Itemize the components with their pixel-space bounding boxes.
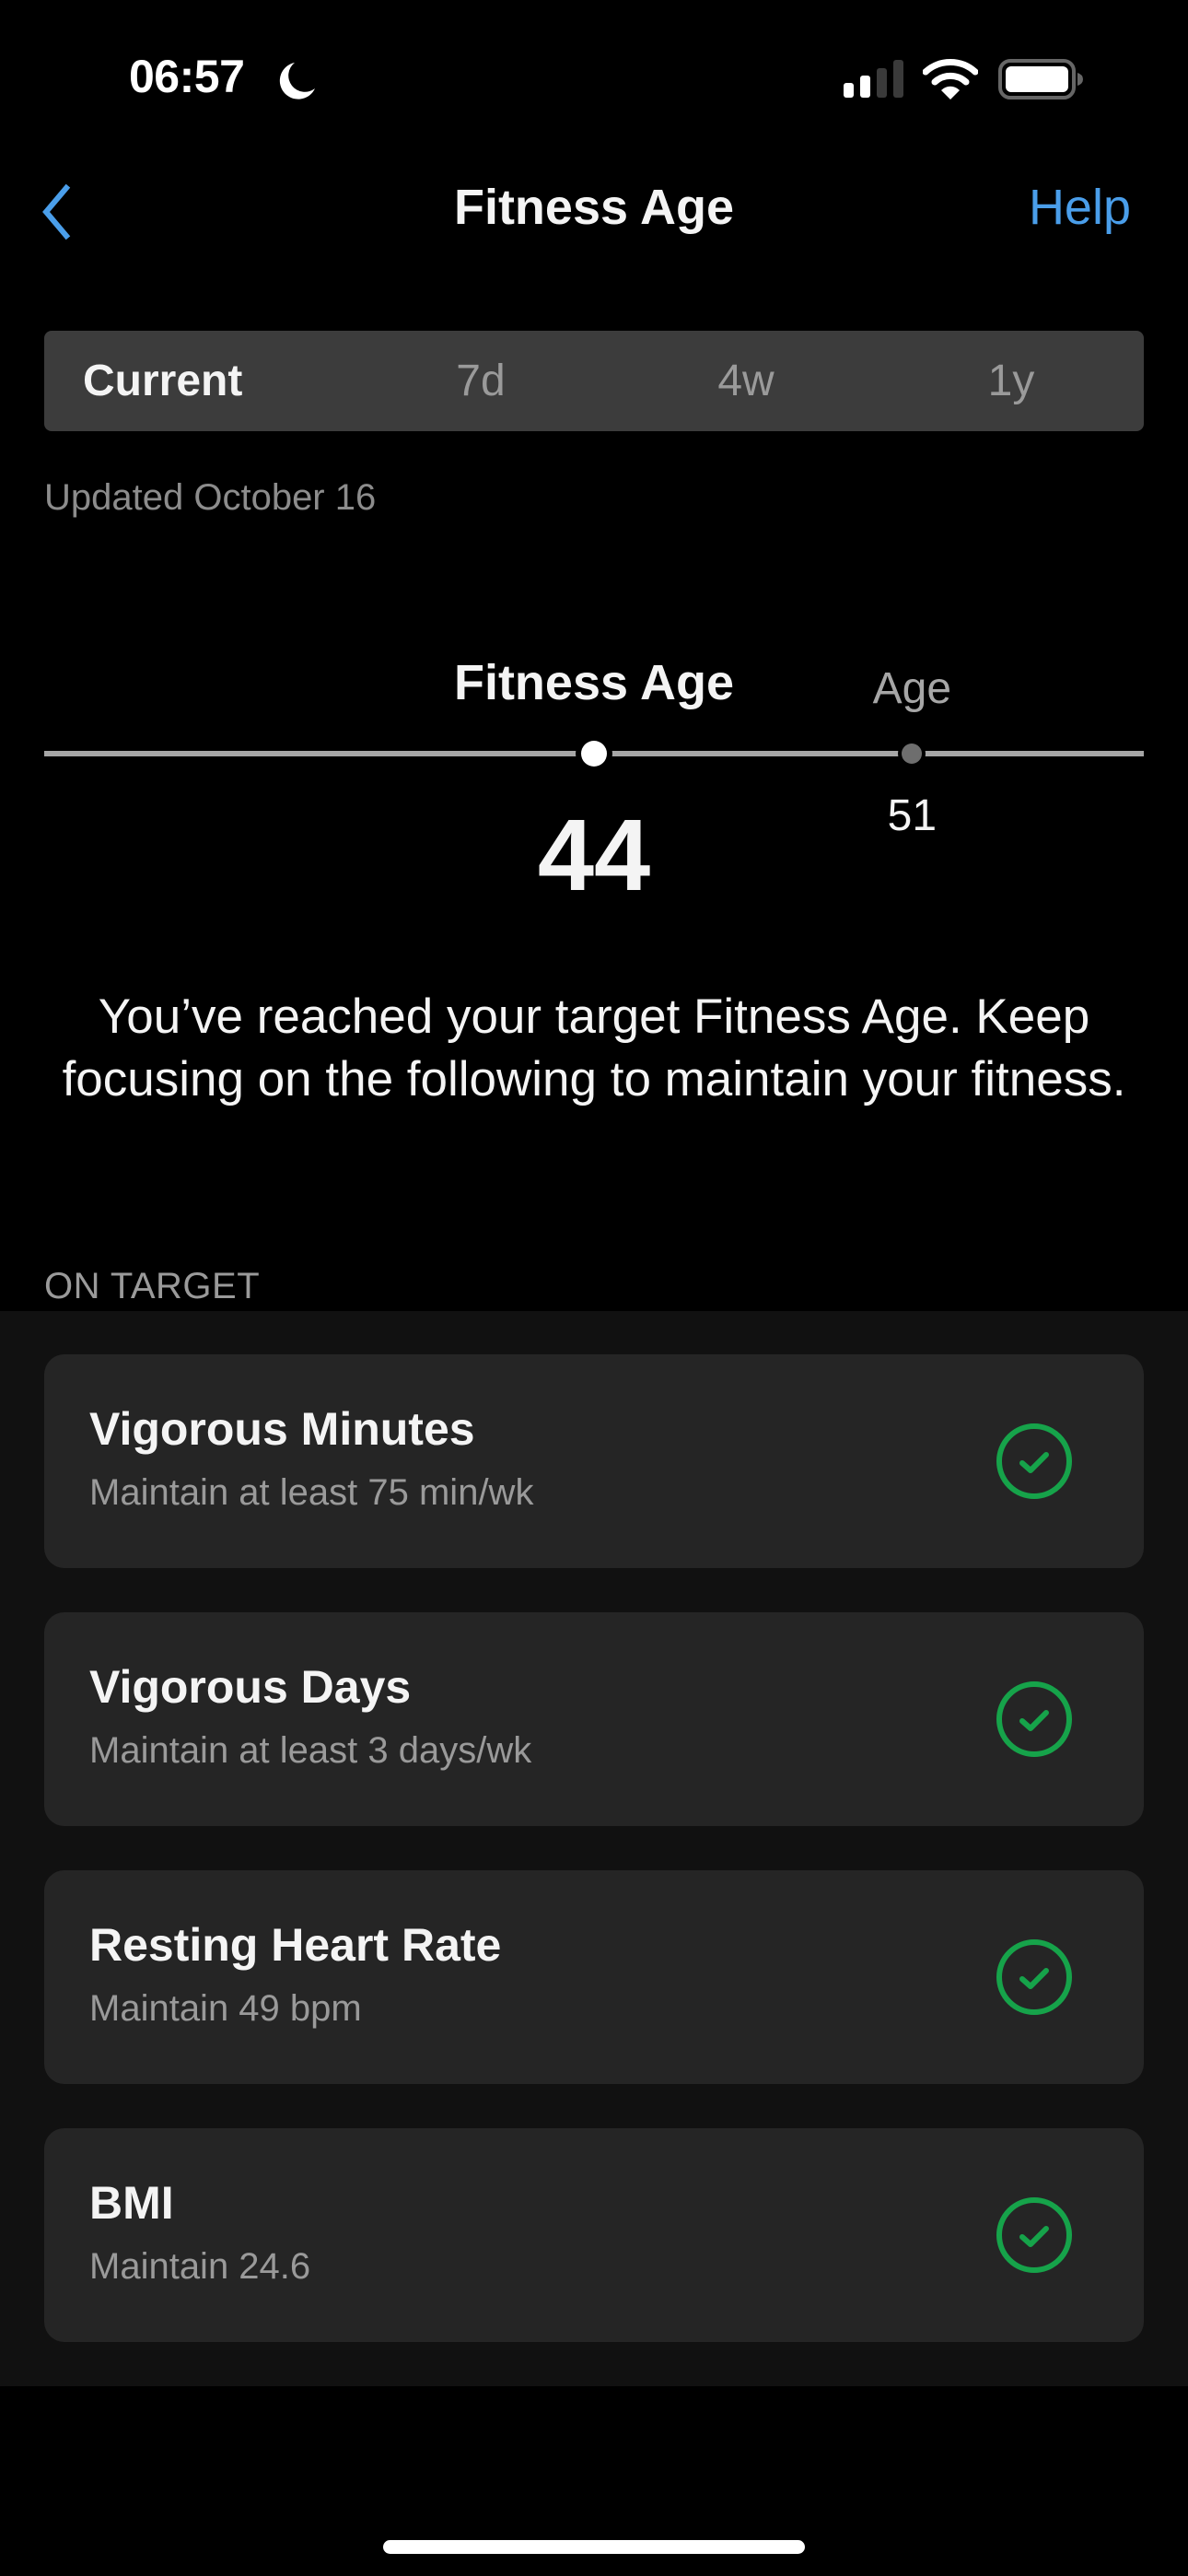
item-title: Vigorous Minutes bbox=[89, 1403, 475, 1455]
item-title: Resting Heart Rate bbox=[89, 1919, 502, 1971]
status-time: 06:57 bbox=[129, 51, 245, 102]
tab-current[interactable]: Current bbox=[44, 331, 348, 431]
page-title: Fitness Age bbox=[453, 180, 735, 235]
age-value: 51 bbox=[887, 791, 938, 840]
list-item-bmi[interactable]: BMI Maintain 24.6 bbox=[44, 2128, 1144, 2342]
wifi-icon bbox=[923, 59, 978, 100]
cellular-signal-icon bbox=[844, 60, 903, 98]
list-item-vigorous-minutes[interactable]: Vigorous Minutes Maintain at least 75 mi… bbox=[44, 1354, 1144, 1568]
fitness-age-gauge: Fitness Age 44 Age 51 bbox=[0, 645, 1188, 912]
back-button[interactable] bbox=[37, 177, 92, 241]
age-label: Age bbox=[872, 664, 952, 713]
tab-1y[interactable]: 1y bbox=[879, 331, 1144, 431]
tab-4w[interactable]: 4w bbox=[613, 331, 879, 431]
fitness-age-value: 44 bbox=[537, 799, 651, 912]
nav-bar: Fitness Age Help bbox=[0, 166, 1188, 249]
age-marker bbox=[902, 744, 923, 764]
item-title: BMI bbox=[89, 2177, 174, 2229]
check-circle-icon bbox=[996, 1681, 1072, 1757]
on-target-list: Vigorous Minutes Maintain at least 75 mi… bbox=[0, 1311, 1188, 2386]
time-range-tabs: Current 7d 4w 1y bbox=[44, 331, 1144, 431]
section-header-on-target: ON TARGET bbox=[44, 1266, 261, 1306]
item-subtitle: Maintain at least 75 min/wk bbox=[89, 1472, 534, 1513]
moon-icon bbox=[279, 63, 315, 100]
check-circle-icon bbox=[996, 1423, 1072, 1499]
chevron-left-icon bbox=[42, 183, 71, 240]
list-item-resting-heart-rate[interactable]: Resting Heart Rate Maintain 49 bpm bbox=[44, 1870, 1144, 2084]
fitness-age-marker bbox=[581, 741, 607, 767]
item-subtitle: Maintain at least 3 days/wk bbox=[89, 1730, 532, 1771]
fitness-age-label: Fitness Age bbox=[453, 655, 735, 710]
tab-7d[interactable]: 7d bbox=[348, 331, 613, 431]
battery-icon bbox=[998, 59, 1083, 100]
check-circle-icon bbox=[996, 2197, 1072, 2273]
updated-date: Updated October 16 bbox=[44, 477, 377, 518]
item-subtitle: Maintain 24.6 bbox=[89, 2246, 311, 2287]
check-circle-icon bbox=[996, 1939, 1072, 2015]
list-item-vigorous-days[interactable]: Vigorous Days Maintain at least 3 days/w… bbox=[44, 1612, 1144, 1826]
help-button[interactable]: Help bbox=[1029, 179, 1131, 236]
item-title: Vigorous Days bbox=[89, 1661, 412, 1713]
status-bar: 06:57 bbox=[0, 0, 1188, 157]
status-message: You’ve reached your target Fitness Age. … bbox=[62, 989, 1126, 1107]
home-indicator[interactable] bbox=[383, 2540, 805, 2554]
item-subtitle: Maintain 49 bpm bbox=[89, 1988, 362, 2029]
